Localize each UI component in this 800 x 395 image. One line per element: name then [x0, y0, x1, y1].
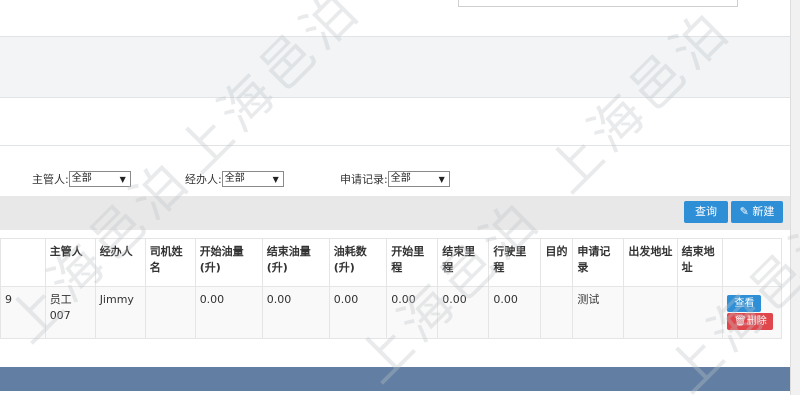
col-header-start-mileage: 开始里程 [386, 238, 439, 287]
chevron-down-icon: ▼ [272, 175, 279, 184]
filter-application-label: 申请记录: [340, 173, 388, 186]
col-header-actions [722, 238, 782, 287]
col-header-driver: 司机姓名 [144, 238, 196, 287]
col-header-end-fuel: 结束油量(升) [261, 238, 330, 287]
filter-manager-value: 全部 [71, 173, 92, 184]
cell-actions: 查看 🗑删除 [722, 286, 782, 339]
cell-purpose [540, 286, 574, 339]
col-header-distance: 行驶里程 [488, 238, 542, 287]
filter-handler-label: 经办人: [185, 173, 222, 186]
table-header-row: 主管人 经办人 司机姓名 开始油量(升) 结束油量(升) 油耗数(升) 开始里程… [0, 238, 782, 287]
cell-fuel-used: 0.00 [328, 286, 388, 339]
filter-application-select[interactable]: 全部 ▼ [387, 171, 450, 187]
new-button[interactable]: ✎ 新建 [731, 201, 783, 223]
header-strip [0, 36, 800, 98]
filter-handler-value: 全部 [224, 173, 245, 184]
col-header-destination: 结束地址 [676, 238, 724, 287]
table-row: 9 员工007 Jimmy 0.00 0.00 0.00 0.00 0.00 0… [0, 286, 782, 339]
query-button[interactable]: 查询 [684, 201, 728, 223]
cell-distance: 0.00 [488, 286, 542, 339]
view-button[interactable]: 查看 [727, 295, 762, 312]
new-button-label: 新建 [752, 205, 775, 218]
trash-icon: 🗑 [734, 316, 747, 327]
cell-end-fuel: 0.00 [261, 286, 330, 339]
cell-destination [676, 286, 724, 339]
filter-manager-select[interactable]: 全部 ▼ [68, 171, 131, 187]
cell: 9 [0, 286, 46, 339]
top-search-field[interactable] [458, 0, 738, 7]
col-header-start-fuel: 开始油量(升) [194, 238, 263, 287]
pencil-icon: ✎ [739, 205, 749, 218]
cell-driver [144, 286, 196, 339]
col-header-purpose: 目的 [540, 238, 574, 287]
col-header-application: 申请记录 [572, 238, 625, 287]
chevron-down-icon: ▼ [438, 175, 445, 184]
filter-manager: 主管人: 全部 ▼ [32, 171, 131, 187]
records-table: 主管人 经办人 司机姓名 开始油量(升) 结束油量(升) 油耗数(升) 开始里程… [0, 238, 782, 339]
cell-departure [623, 286, 678, 339]
col-header [0, 238, 46, 287]
query-button-label: 查询 [695, 205, 717, 218]
footer-bar [0, 367, 790, 391]
content-gap [0, 98, 800, 146]
filter-application: 申请记录: 全部 ▼ [340, 171, 450, 187]
filter-manager-label: 主管人: [32, 173, 69, 186]
filter-handler-select[interactable]: 全部 ▼ [221, 171, 284, 187]
filter-application-value: 全部 [390, 173, 411, 184]
cell-application: 测试 [572, 286, 625, 339]
cell-handler: Jimmy [94, 286, 146, 339]
delete-button-label: 删除 [746, 316, 767, 327]
col-header-fuel-used: 油耗数(升) [328, 238, 388, 287]
cell-start-mileage: 0.00 [386, 286, 439, 339]
cell-start-fuel: 0.00 [194, 286, 263, 339]
cell-end-mileage: 0.00 [437, 286, 490, 339]
cell-manager: 员工007 [44, 286, 96, 339]
col-header-handler: 经办人 [94, 238, 146, 287]
col-header-departure: 出发地址 [623, 238, 678, 287]
col-header-end-mileage: 结束里程 [437, 238, 490, 287]
chevron-down-icon: ▼ [119, 175, 126, 184]
filter-handler: 经办人: 全部 ▼ [185, 171, 284, 187]
vertical-scrollbar[interactable] [790, 0, 800, 395]
delete-button[interactable]: 🗑删除 [727, 313, 774, 330]
col-header-manager: 主管人 [44, 238, 96, 287]
toolbar [0, 196, 790, 230]
